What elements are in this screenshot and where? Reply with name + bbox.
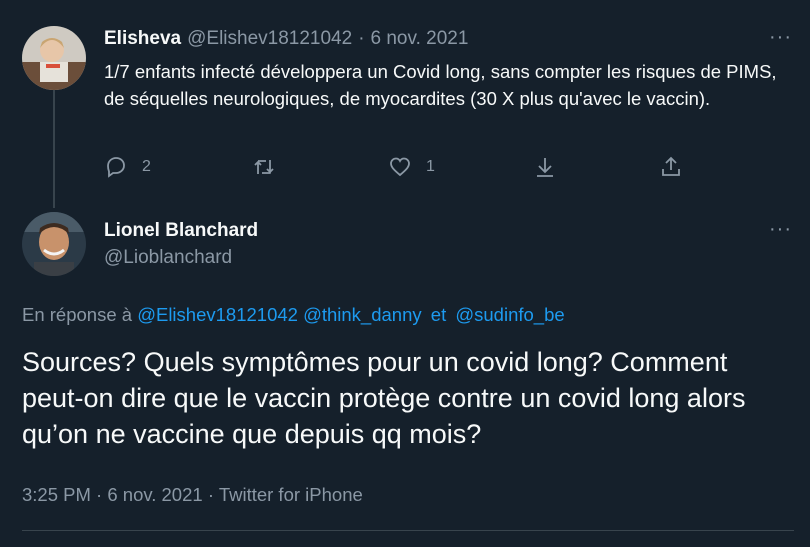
like-button[interactable]: 1 [388,155,435,179]
tweet1-author-name[interactable]: Elisheva [104,28,181,50]
tweet1-text: 1/7 enfants infecté développera un Covid… [104,61,777,109]
mention-and: et [430,304,447,325]
download-icon [537,158,553,177]
tweet1-header: Elisheva @Elishev18121042 · 6 nov. 2021 [104,28,468,50]
reply-count: 2 [142,158,151,175]
divider [22,530,794,531]
tweet2-time[interactable]: 3:25 PM [22,484,91,505]
share-icon [662,156,680,176]
lionel-avatar[interactable] [22,212,86,276]
tweet1-separator: · [358,28,365,49]
tweet2-separator: · [96,484,103,505]
tweet2-more-icon[interactable]: ··· [769,218,792,241]
reply-icon [107,157,125,178]
like-count: 1 [426,158,435,175]
mention-sudinfo[interactable]: @sudinfo_be [455,304,564,325]
reply-to-line: En réponse à @Elishev18121042 @think_dan… [22,304,565,326]
thread-line [53,90,55,208]
elisheva-avatar[interactable] [22,26,86,90]
mention-think-danny[interactable]: @think_danny [303,304,422,325]
reply-button[interactable]: 2 [104,155,151,179]
tweet2-meta: 3:25 PM · 6 nov. 2021 · Twitter for iPho… [22,484,363,506]
reply-prefix: En réponse à [22,304,133,325]
tweet2-author-name[interactable]: Lionel Blanchard [104,220,258,242]
tweet2-text: Sources? Quels symptômes pour un covid l… [22,347,746,449]
tweet1-more-icon[interactable]: ··· [769,26,792,49]
tweet2-author-handle[interactable]: @Lioblanchard [104,247,232,269]
share-button[interactable] [659,155,683,179]
retweet-icon [254,159,274,175]
retweet-button[interactable] [252,155,276,179]
tweet2-date[interactable]: 6 nov. 2021 [107,484,202,505]
like-icon [390,157,410,177]
mention-elishev[interactable]: @Elishev18121042 [137,304,298,325]
download-button[interactable] [533,155,557,179]
tweet1-author-handle[interactable]: @Elishev18121042 [187,28,352,50]
tweet2-source[interactable]: Twitter for iPhone [219,484,363,505]
tweet1-date[interactable]: 6 nov. 2021 [371,28,469,50]
tweet2-separator-2: · [207,484,214,505]
